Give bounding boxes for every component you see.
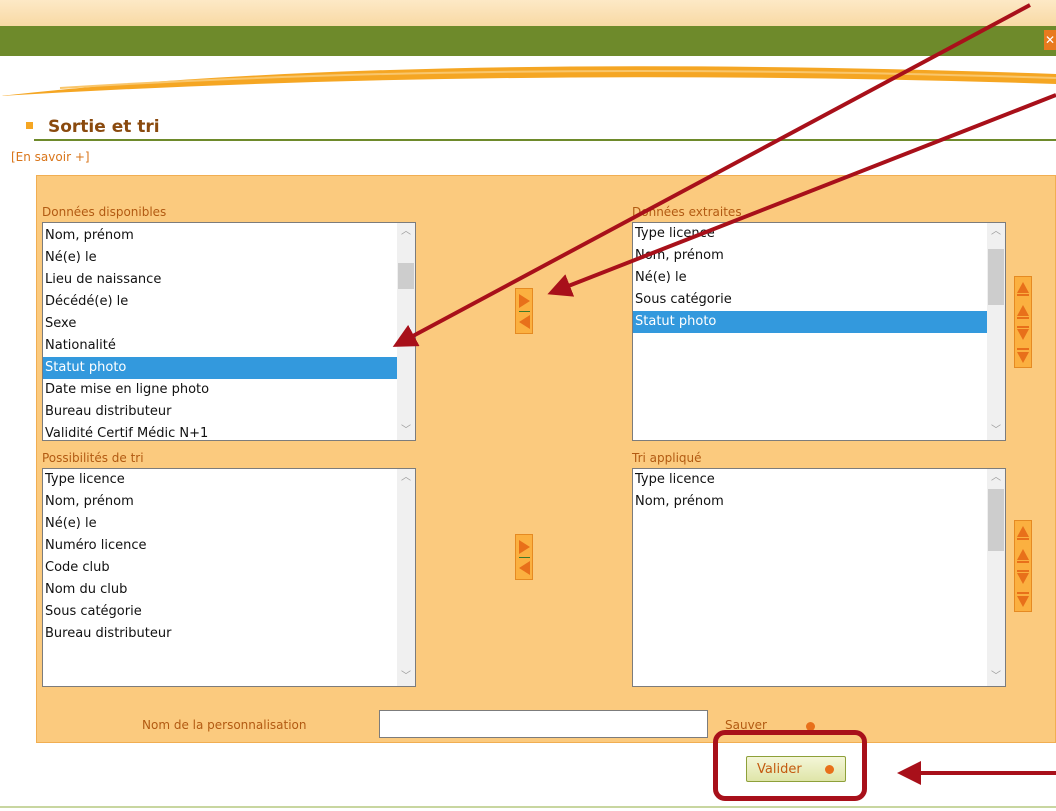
scroll-up-icon[interactable]: ︿ <box>397 469 415 487</box>
move-bottom-icon[interactable] <box>1016 590 1030 610</box>
move-left-icon[interactable] <box>519 315 530 329</box>
scroll-thumb[interactable] <box>988 249 1004 305</box>
list-item[interactable]: Sous catégorie <box>633 289 987 311</box>
transfer-buttons-bottom <box>515 534 533 580</box>
customization-name-input[interactable] <box>379 710 708 738</box>
list-item[interactable]: Bureau distributeur <box>43 623 397 645</box>
move-right-icon[interactable] <box>519 540 530 554</box>
order-buttons-top <box>1014 276 1032 368</box>
sort-applied-list[interactable]: Type licence Nom, prénom ︿ ﹀ <box>632 468 1006 687</box>
scroll-down-icon[interactable]: ﹀ <box>397 422 415 440</box>
learn-more-link[interactable]: [En savoir +] <box>11 150 90 164</box>
list-item[interactable]: Type licence <box>43 469 397 491</box>
customization-name-label: Nom de la personnalisation <box>142 718 307 732</box>
list-item[interactable]: Date mise en ligne photo <box>43 379 397 401</box>
extracted-scrollbar[interactable]: ︿ ﹀ <box>987 223 1005 440</box>
header-swoosh <box>0 66 1056 96</box>
close-icon[interactable]: ✕ <box>1044 30 1056 50</box>
list-item[interactable]: Décédé(e) le <box>43 291 397 313</box>
transfer-divider <box>519 557 530 558</box>
list-item[interactable]: Sous catégorie <box>43 601 397 623</box>
move-right-icon[interactable] <box>519 294 530 308</box>
list-item[interactable]: Nom du club <box>43 579 397 601</box>
title-divider <box>34 139 1056 141</box>
extracted-data-list[interactable]: Type licence Nom, prénom Né(e) le Sous caté… <box>632 222 1006 441</box>
sort-options-label: Possibilités de tri <box>42 451 144 465</box>
list-item[interactable]: Lieu de naissance <box>43 269 397 291</box>
sort-options-list[interactable]: Type licence Nom, prénom Né(e) le Numéro li… <box>42 468 416 687</box>
top-band <box>0 0 1056 26</box>
transfer-divider <box>519 311 530 312</box>
available-data-label: Données disponibles <box>42 205 167 219</box>
scroll-down-icon[interactable]: ﹀ <box>397 668 415 686</box>
transfer-buttons-top <box>515 288 533 334</box>
list-item[interactable]: Code club <box>43 557 397 579</box>
scroll-up-icon[interactable]: ︿ <box>397 223 415 241</box>
list-item[interactable]: Type licence <box>633 469 987 491</box>
bottom-divider <box>0 806 1056 808</box>
available-scrollbar[interactable]: ︿ ﹀ <box>397 223 415 440</box>
sort-applied-label: Tri appliqué <box>632 451 702 465</box>
title-bullet <box>26 122 33 129</box>
list-item[interactable]: Nom, prénom <box>633 245 987 267</box>
list-item[interactable]: Né(e) le <box>633 267 987 289</box>
scroll-down-icon[interactable]: ﹀ <box>987 668 1005 686</box>
move-bottom-icon[interactable] <box>1016 346 1030 366</box>
scroll-thumb[interactable] <box>988 489 1004 551</box>
list-item[interactable]: Nom, prénom <box>43 491 397 513</box>
sort-applied-scrollbar[interactable]: ︿ ﹀ <box>987 469 1005 686</box>
list-item[interactable]: Nom, prénom <box>43 225 397 247</box>
scroll-up-icon[interactable]: ︿ <box>987 469 1005 487</box>
sort-options-scrollbar[interactable]: ︿ ﹀ <box>397 469 415 686</box>
list-item[interactable]: Né(e) le <box>43 513 397 535</box>
list-item[interactable]: Statut photo <box>43 357 397 379</box>
extracted-data-label: Données extraites <box>632 205 742 219</box>
scroll-up-icon[interactable]: ︿ <box>987 223 1005 241</box>
order-buttons-bottom <box>1014 520 1032 612</box>
move-up-icon[interactable] <box>1016 302 1030 322</box>
validate-highlight-box <box>713 730 867 801</box>
list-item[interactable]: Validité Certif Médic N+1 <box>43 423 397 440</box>
move-up-icon[interactable] <box>1016 546 1030 566</box>
list-item[interactable]: Type licence <box>633 223 987 245</box>
move-top-icon[interactable] <box>1016 524 1030 544</box>
list-item[interactable]: Né(e) le <box>43 247 397 269</box>
list-item[interactable]: Nom, prénom <box>633 491 987 513</box>
move-down-icon[interactable] <box>1016 568 1030 588</box>
move-left-icon[interactable] <box>519 561 530 575</box>
move-down-icon[interactable] <box>1016 324 1030 344</box>
scroll-down-icon[interactable]: ﹀ <box>987 422 1005 440</box>
header-bar <box>0 26 1056 56</box>
scroll-thumb[interactable] <box>398 263 414 289</box>
move-top-icon[interactable] <box>1016 280 1030 300</box>
available-data-list[interactable]: LicenceNom, prénomNé(e) leLieu de naissa… <box>42 222 416 441</box>
list-item[interactable]: Nationalité <box>43 335 397 357</box>
page-title: Sortie et tri <box>48 117 160 137</box>
list-item[interactable]: Numéro licence <box>43 535 397 557</box>
list-item[interactable]: Bureau distributeur <box>43 401 397 423</box>
list-item[interactable]: Statut photo <box>633 311 987 333</box>
list-item[interactable]: Sexe <box>43 313 397 335</box>
